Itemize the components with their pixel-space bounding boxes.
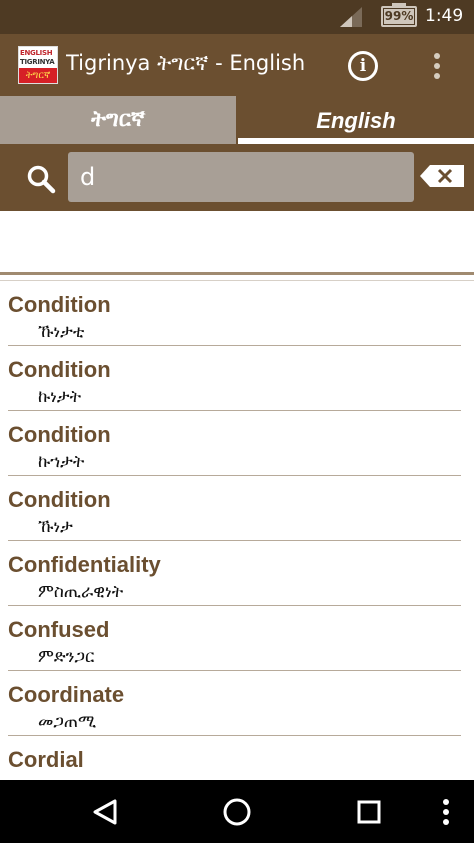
tigrinya-translation: ኹነታ [38,517,73,537]
search-icon[interactable] [26,164,56,194]
list-item[interactable]: Condition ኹነታ [0,477,474,542]
spacer-area [0,211,474,272]
search-input[interactable]: d [68,152,414,202]
list-item[interactable]: Confused ምድንጋር [0,607,474,672]
battery-icon: 99% [381,6,417,27]
tab-bar: ትግርኛ English [0,96,474,144]
item-separator [8,670,461,671]
tigrinya-translation: ምድንጋር [38,647,95,667]
app-bar: ENGLISH TIGRINYA ትግርኛ Tigrinya ትግርኛ - En… [0,34,474,96]
app-logo: ENGLISH TIGRINYA ትግርኛ [18,46,58,84]
back-triangle-icon[interactable] [92,798,118,826]
list-item[interactable]: Condition ኹነታቲ [0,282,474,347]
recent-apps-square-icon[interactable] [356,799,382,825]
english-word: Cordial [8,747,84,772]
app-title: Tigrinya ትግርኛ - English [66,51,306,75]
english-word: Condition [8,422,111,447]
list-item[interactable]: Coordinate መጋጠሚ [0,672,474,737]
english-word: Condition [8,292,111,317]
tigrinya-translation: ኩነታት [38,387,82,407]
list-item[interactable]: Confidentiality ምስጢራዊነት [0,542,474,607]
item-separator [8,605,461,606]
logo-text-geez: ትግርኛ [19,68,57,83]
english-word: Confidentiality [8,552,161,577]
more-vert-icon[interactable] [425,49,449,83]
backspace-icon[interactable] [420,165,464,187]
status-bar: 99% 1:49 [0,0,474,34]
tigrinya-translation: መጋጠሚ [38,712,97,732]
list-divider [0,272,474,275]
english-word: Coordinate [8,682,125,707]
tigrinya-translation: ምስጢራዊነት [38,582,124,602]
results-list[interactable]: Condition ኹነታቲ Condition ኩነታት Condition … [0,282,474,780]
tab-tigrinya[interactable]: ትግርኛ [0,96,236,144]
item-separator [8,735,461,736]
item-separator [8,475,461,476]
home-circle-icon[interactable] [222,797,252,827]
list-item[interactable]: Condition ኩኀታት [0,412,474,477]
english-word: Confused [8,617,110,642]
clock: 1:49 [425,6,464,26]
list-item[interactable]: Condition ኩነታት [0,347,474,412]
item-separator [8,540,461,541]
battery-level: 99% [384,9,414,24]
tigrinya-translation: ኩኀታት [38,452,85,472]
signal-icon [340,7,362,27]
list-item[interactable]: Cordial [0,737,474,780]
item-separator [8,345,461,346]
info-icon[interactable]: i [348,51,378,81]
logo-text-tigrinya: TIGRINYA [20,58,55,66]
logo-text-english: ENGLISH [20,49,53,57]
tab-english[interactable]: English [238,96,474,144]
item-separator [8,410,461,411]
system-nav-bar [0,780,474,843]
english-word: Condition [8,357,111,382]
english-word: Condition [8,487,111,512]
list-divider-light [0,280,474,281]
more-vert-icon[interactable] [440,797,452,827]
tigrinya-translation: ኹነታቲ [38,322,85,342]
search-bar: d [0,144,474,211]
